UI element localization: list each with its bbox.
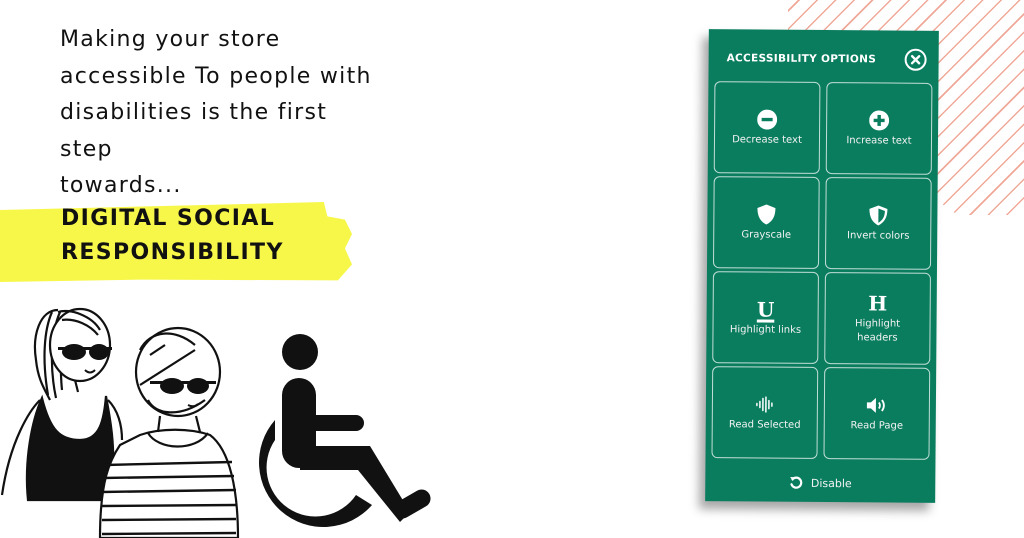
increase-text-button[interactable]: Increase text [825,82,933,175]
highlight-line: DIGITAL SOCIAL [61,206,276,231]
woman-ponytail-figure [0,307,124,502]
headline-line: accessible To people with [60,63,372,89]
headline: Making your store accessible To people w… [60,22,460,205]
disable-button[interactable]: Disable [705,475,935,491]
plus-circle-icon [869,110,890,131]
wheelchair-icon [259,334,431,527]
option-label: Invert colors [846,230,910,242]
option-label: Increase text [846,135,912,147]
underline-icon: U [756,297,775,322]
headline-line: towards... [60,173,182,198]
headline-line: disabilities is the first [60,100,328,125]
half-shield-icon [869,205,888,226]
option-label: Decrease text [732,134,802,146]
headline-line: Making your store [60,27,281,52]
close-button[interactable] [904,48,927,71]
options-grid: Decrease text Increase text Grayscale In… [711,81,933,460]
illustration [0,307,431,538]
decrease-text-button[interactable]: Decrease text [713,81,821,174]
panel-title: ACCESSIBILITY OPTIONS [726,52,877,66]
accessibility-panel: ACCESSIBILITY OPTIONS Decrease text Incr… [705,29,939,503]
disable-label: Disable [810,476,852,490]
panel-header: ACCESSIBILITY OPTIONS [727,46,927,72]
grayscale-button[interactable]: Grayscale [712,176,820,269]
soundwave-icon [756,396,773,413]
highlight-line: RESPONSIBILITY [61,240,284,265]
close-icon [910,55,921,65]
headline-line: step [60,136,113,162]
option-label: Read Selected [728,419,801,431]
invert-colors-button[interactable]: Invert colors [824,177,932,270]
header-icon: H [868,291,888,316]
shield-icon [757,204,776,225]
highlight-links-button[interactable]: U Highlight links [712,271,819,364]
option-label: Highlight links [729,324,802,336]
highlight-headers-button[interactable]: H Highlight headers [824,272,931,365]
option-label: Highlight headers [854,318,901,344]
undo-icon [789,476,802,489]
option-label: Grayscale [741,229,792,241]
minus-circle-icon [757,109,778,130]
read-selected-button[interactable]: Read Selected [711,366,819,459]
option-label: Read Page [850,420,904,432]
speaker-icon [866,397,885,413]
highlighted-phrase: DIGITAL SOCIAL RESPONSIBILITY [61,202,284,270]
read-page-button[interactable]: Read Page [823,367,931,460]
